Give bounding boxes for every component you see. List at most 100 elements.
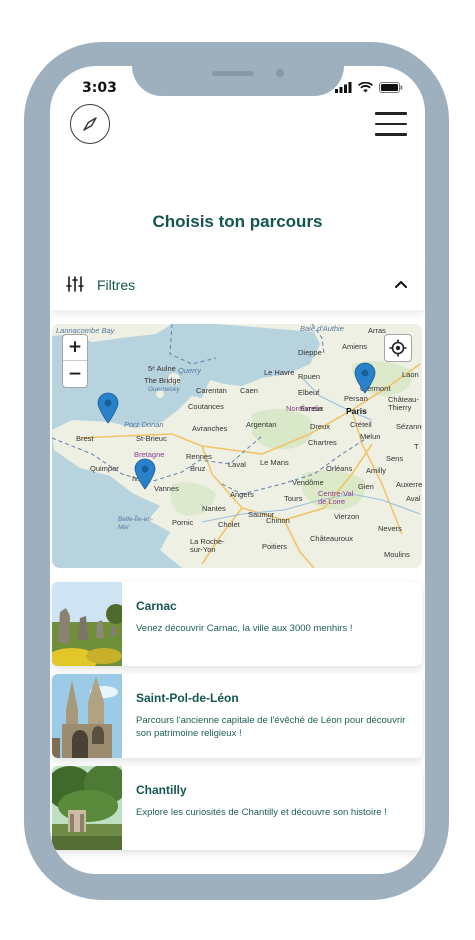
wifi-icon xyxy=(358,82,373,93)
map-label: Le Havre xyxy=(264,368,295,377)
map-label: Melun xyxy=(360,432,381,441)
map-label: Évreux xyxy=(300,404,324,413)
map-label: Angers xyxy=(230,490,254,499)
map-label: Nevers xyxy=(378,524,402,533)
map-label: Caen xyxy=(240,386,258,395)
map-label: Vendôme xyxy=(292,478,324,487)
map-zoom-control: + − xyxy=(62,334,88,388)
map-label: Quimper xyxy=(90,464,119,473)
route-name: Saint-Pol-de-Léon xyxy=(136,691,239,705)
map-label: Tours xyxy=(284,494,303,503)
route-description: Venez découvrir Carnac, la ville aux 300… xyxy=(136,623,353,634)
route-card-carnac[interactable]: Carnac Venez découvrir Carnac, la ville … xyxy=(52,582,422,666)
map-label: Dieppe xyxy=(298,348,322,357)
hamburger-menu-icon-bar xyxy=(375,133,407,136)
map-label: Châteauroux xyxy=(310,534,353,543)
map-forest xyxy=(252,408,313,450)
map-label: Querry xyxy=(178,366,201,375)
map-label: Laval xyxy=(228,460,246,469)
map-label: Vannes xyxy=(154,484,179,493)
park-photo xyxy=(52,766,122,850)
menhirs-photo xyxy=(52,582,122,666)
map-label: Vierzon xyxy=(334,512,360,521)
map-label: Bruz xyxy=(190,464,206,473)
cathedral-photo xyxy=(52,674,122,758)
map-marker-carnac[interactable] xyxy=(134,458,156,490)
map-label: St-Brieuc xyxy=(136,434,167,443)
route-card-chantilly[interactable]: Chantilly Explore les curiosités de Chan… xyxy=(52,766,422,850)
map-label: Elbeuf xyxy=(298,388,320,397)
map-label: 5ᵉ Aulne xyxy=(148,364,176,373)
route-map[interactable]: Lannacombe Bay Baie d'Authie Porz Donan … xyxy=(52,324,422,568)
page-title: Choisis ton parcours xyxy=(152,212,323,231)
hamburger-menu-button[interactable] xyxy=(375,112,407,138)
route-description: Explore les curiosités de Chantilly et d… xyxy=(136,807,387,818)
map-label: Nantes xyxy=(202,504,226,513)
front-camera xyxy=(276,69,284,77)
map-label: Arras xyxy=(368,326,386,335)
map-label: Auxerre xyxy=(396,480,422,489)
map-label: Amilly xyxy=(366,466,386,475)
locate-me-button[interactable] xyxy=(384,334,412,362)
map-label: Cholet xyxy=(218,520,240,529)
map-label: Rouen xyxy=(298,372,321,381)
route-name: Chantilly xyxy=(136,783,187,797)
map-label: Belle-Île-en-Mer xyxy=(118,516,154,531)
map-label: Carentan xyxy=(196,386,227,395)
route-name: Carnac xyxy=(136,599,177,613)
map-label: Argentan xyxy=(246,420,277,429)
status-icons xyxy=(335,82,403,93)
route-description: Parcours l'ancienne capitale de l'évêché… xyxy=(136,715,406,739)
map-label: Centre-Val de Loire xyxy=(318,489,354,506)
status-time: 3:03 xyxy=(82,80,117,96)
filters-label: Filtres xyxy=(97,277,136,293)
map-label: Guernesey xyxy=(148,386,180,393)
map-label: Sens xyxy=(386,454,404,463)
map-label: Château-Thierry xyxy=(388,395,419,412)
map-label: T xyxy=(414,442,419,451)
hamburger-menu-icon-bar xyxy=(375,112,407,115)
map-label: Avranches xyxy=(192,424,228,433)
filters-toggle[interactable]: Filtres xyxy=(50,262,425,310)
map-label: Pornic xyxy=(172,518,194,527)
map-label: Dreux xyxy=(310,422,331,431)
route-card-saint-pol-de-leon[interactable]: Saint-Pol-de-Léon Parcours l'ancienne ca… xyxy=(52,674,422,758)
map-label: Laon xyxy=(402,370,419,379)
map-label: La Roche-sur-Yon xyxy=(190,537,225,554)
map-label: Rennes xyxy=(186,452,212,461)
map-label: Porz Donan xyxy=(124,420,164,429)
map-label: Orléans xyxy=(326,464,353,473)
phone-notch xyxy=(132,66,344,96)
map-label: Moulins xyxy=(384,550,410,559)
map-tiles xyxy=(52,324,422,568)
map-label: Coutances xyxy=(188,402,224,411)
map-label: Poitiers xyxy=(262,542,288,551)
map-label: Baie d'Authie xyxy=(300,324,344,333)
speaker-grille xyxy=(212,71,254,76)
map-label: Persan xyxy=(344,394,368,403)
map-label: Chartres xyxy=(308,438,337,447)
battery-icon xyxy=(379,82,403,93)
map-label: Gien xyxy=(358,482,374,491)
map-label: Brest xyxy=(76,434,94,443)
map-label: Le Mans xyxy=(260,458,289,467)
map-marker-chantilly[interactable] xyxy=(354,362,376,394)
cellular-signal-icon xyxy=(335,82,352,93)
map-label: The Bridge xyxy=(144,376,181,385)
map-label: Créteil xyxy=(350,420,372,429)
map-label: Paris xyxy=(346,406,367,416)
chevron-up-icon xyxy=(395,281,407,288)
map-label: Amiens xyxy=(342,342,368,351)
app-screen: 3:03 Choisis ton parcours Filtres Lannac… xyxy=(50,66,425,874)
map-label: Aval xyxy=(406,494,421,503)
hamburger-menu-icon-bar xyxy=(375,122,407,125)
compass-button[interactable] xyxy=(70,104,110,144)
compass-icon xyxy=(83,117,97,131)
map-land-france xyxy=(52,324,422,568)
map-label: Chinon xyxy=(266,516,290,525)
zoom-out-button[interactable]: − xyxy=(63,361,87,387)
sliders-icon xyxy=(66,276,84,292)
map-marker-saint-pol-de-leon[interactable] xyxy=(97,392,119,424)
zoom-in-button[interactable]: + xyxy=(63,335,87,361)
crosshair-icon xyxy=(389,339,407,357)
